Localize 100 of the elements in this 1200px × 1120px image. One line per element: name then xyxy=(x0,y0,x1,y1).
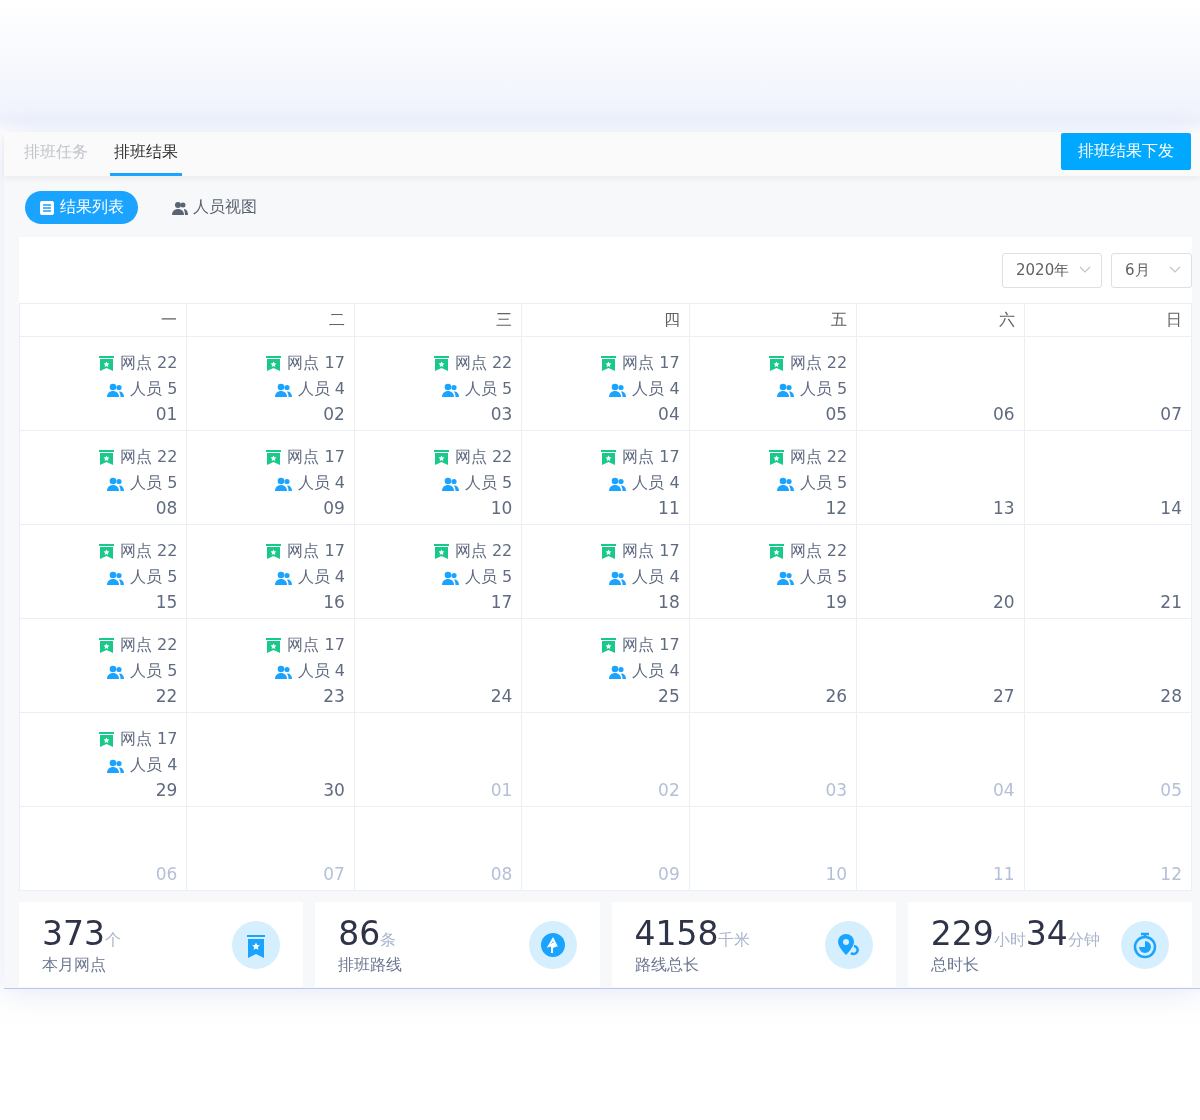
day-cell[interactable]: 网点 17 人员 4 29 xyxy=(20,713,188,807)
day-number: 08 xyxy=(155,498,178,518)
stat-label: 总时长 xyxy=(930,954,980,976)
day-number: 07 xyxy=(323,864,345,884)
day-number: 04 xyxy=(992,780,1015,800)
weekday-header: 四 xyxy=(522,304,690,337)
day-number: 03 xyxy=(490,404,513,424)
staff-count: 人员 4 xyxy=(632,379,680,400)
people-icon xyxy=(776,382,794,397)
people-icon xyxy=(107,382,125,397)
day-number: 26 xyxy=(825,686,848,706)
people-icon xyxy=(107,570,125,585)
day-cell[interactable]: 网点 17 人员 4 11 xyxy=(522,431,690,525)
people-icon xyxy=(107,664,125,679)
month-select[interactable]: 6月 xyxy=(1111,252,1192,288)
people-icon xyxy=(107,758,125,773)
day-cell[interactable]: 07 xyxy=(1024,337,1192,431)
weekday-header: 一 xyxy=(20,304,188,337)
bookmark-star-icon xyxy=(601,356,617,371)
stat-value: 229 xyxy=(930,913,994,953)
stat-value: 4158 xyxy=(634,913,719,953)
staff-count: 人员 4 xyxy=(297,379,345,400)
site-count: 网点 17 xyxy=(287,447,345,468)
stat-value: 86 xyxy=(338,913,381,953)
chevron-down-icon xyxy=(1079,266,1091,274)
day-number: 05 xyxy=(825,404,848,424)
people-icon xyxy=(442,476,459,491)
bookmark-star-icon xyxy=(98,544,114,559)
staff-count: 人员 5 xyxy=(130,661,178,682)
day-cell[interactable]: 网点 17 人员 4 04 xyxy=(522,337,690,431)
day-cell[interactable]: 网点 22 人员 5 19 xyxy=(689,525,858,619)
day-cell[interactable]: 网点 22 人员 5 01 xyxy=(20,337,188,431)
day-cell[interactable]: 30 xyxy=(187,713,355,807)
day-cell[interactable]: 14 xyxy=(1024,431,1192,525)
site-count: 网点 17 xyxy=(287,541,345,562)
stat-unit: 千米 xyxy=(718,929,751,951)
site-count: 网点 22 xyxy=(454,541,513,562)
day-cell[interactable]: 网点 22 人员 5 08 xyxy=(20,431,188,525)
people-icon xyxy=(172,199,188,216)
day-number: 02 xyxy=(658,780,680,800)
people-icon xyxy=(274,664,292,679)
day-cell[interactable]: 20 xyxy=(857,525,1025,619)
weekday-header: 日 xyxy=(1024,304,1192,337)
day-number: 06 xyxy=(992,404,1015,424)
day-cell[interactable]: 网点 17 人员 4 09 xyxy=(187,431,355,525)
view-toggle[interactable]: 人员视图 xyxy=(158,191,271,224)
day-cell[interactable]: 网点 17 人员 4 16 xyxy=(187,525,355,619)
people-icon xyxy=(442,570,459,585)
people-icon xyxy=(776,476,794,491)
day-number: 18 xyxy=(658,592,680,612)
day-cell[interactable]: 网点 22 人员 5 15 xyxy=(20,525,188,619)
site-count: 网点 17 xyxy=(287,635,345,656)
day-number: 10 xyxy=(490,498,513,518)
day-cell[interactable]: 网点 17 人员 4 23 xyxy=(187,619,355,713)
people-icon xyxy=(609,664,627,679)
stat-value: 373 xyxy=(42,913,105,953)
day-number: 06 xyxy=(155,864,178,884)
staff-count: 人员 5 xyxy=(799,567,848,588)
day-cell[interactable]: 网点 17 人员 4 18 xyxy=(522,525,690,619)
bookmark-star-icon xyxy=(433,356,449,371)
day-cell[interactable]: 网点 22 人员 5 10 xyxy=(354,431,523,525)
day-cell[interactable]: 网点 17 人员 4 02 xyxy=(187,337,355,431)
bookmark-star-icon xyxy=(98,356,114,371)
day-cell[interactable]: 21 xyxy=(1024,525,1192,619)
day-cell[interactable]: 06 xyxy=(857,337,1025,431)
day-cell[interactable]: 13 xyxy=(857,431,1025,525)
day-cell[interactable]: 网点 22 人员 5 22 xyxy=(20,619,188,713)
bookmark-star-icon xyxy=(98,638,114,653)
day-number: 08 xyxy=(490,864,513,884)
day-cell[interactable]: 网点 17 人员 4 25 xyxy=(522,619,690,713)
bookmark-star-icon xyxy=(266,544,282,559)
day-cell[interactable]: 网点 22 人员 5 05 xyxy=(689,337,858,431)
bookmark-star-icon xyxy=(98,732,114,747)
day-number: 09 xyxy=(323,498,345,518)
staff-count: 人员 5 xyxy=(799,379,848,400)
bookmark-star-icon xyxy=(98,450,114,465)
day-cell[interactable]: 网点 22 人员 5 17 xyxy=(354,525,523,619)
day-number: 02 xyxy=(323,404,345,424)
stat-label: 本月网点 xyxy=(42,954,107,976)
day-cell[interactable]: 网点 22 人员 5 12 xyxy=(689,431,858,525)
tab[interactable]: 排班结果 xyxy=(110,132,182,176)
day-cell[interactable]: 26 xyxy=(689,619,858,713)
day-cell[interactable]: 27 xyxy=(857,619,1025,713)
day-number: 22 xyxy=(155,686,178,706)
bookmark-star-icon xyxy=(266,638,282,653)
day-cell[interactable]: 24 xyxy=(354,619,523,713)
day-number: 23 xyxy=(323,686,345,706)
bookmark-star-icon xyxy=(768,544,784,559)
bookmark-star-icon xyxy=(601,544,617,559)
bookmark-star-icon xyxy=(433,544,449,559)
day-number: 30 xyxy=(323,780,345,800)
weekday-header: 三 xyxy=(354,304,523,337)
stopwatch-icon xyxy=(1131,930,1159,959)
year-select[interactable]: 2020年 xyxy=(1002,252,1102,288)
staff-count: 人员 4 xyxy=(130,755,178,776)
day-cell[interactable]: 28 xyxy=(1024,619,1192,713)
day-cell[interactable]: 网点 22 人员 5 03 xyxy=(354,337,523,431)
stat-value: 34 xyxy=(1025,913,1068,953)
staff-count: 人员 4 xyxy=(632,567,680,588)
weekday-header: 二 xyxy=(187,304,355,337)
